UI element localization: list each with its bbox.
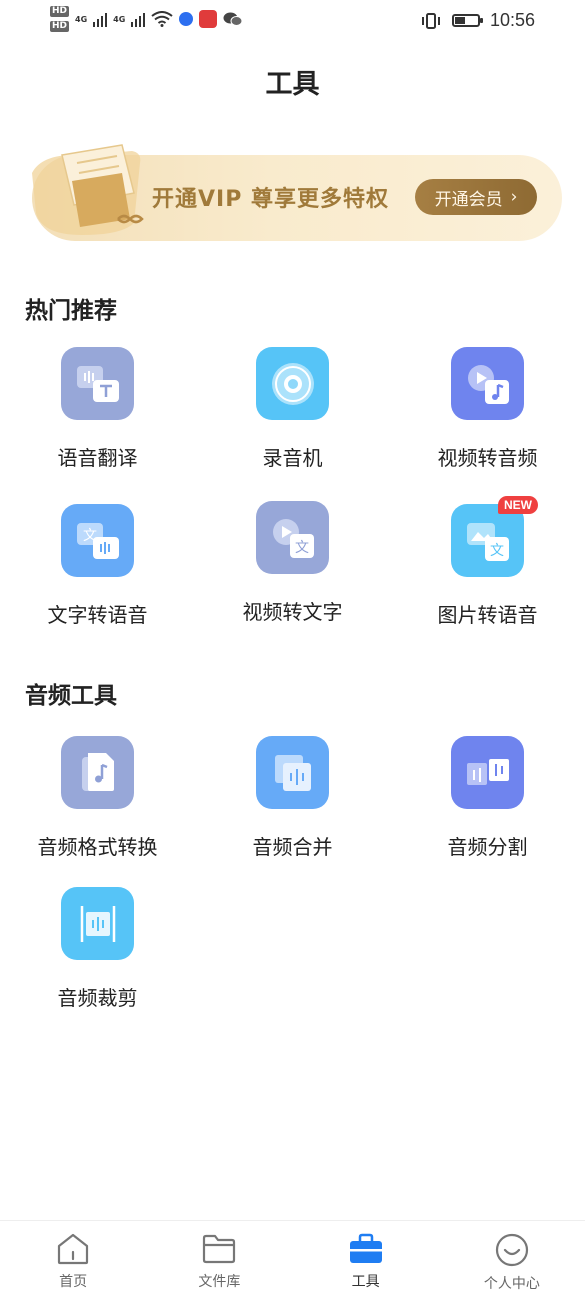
sim-indicators: HD HD — [50, 6, 70, 32]
tool-label: 语音翻译 — [57, 446, 138, 470]
tool-label: 音频格式转换 — [37, 835, 158, 859]
nav-label-home: 首页 — [59, 1274, 88, 1290]
nav-item-files[interactable]: 文件库 — [146, 1221, 292, 1301]
network2-label: 4G — [113, 14, 126, 24]
nav-label-files: 文件库 — [198, 1274, 241, 1290]
sim2-hd-badge: HD — [50, 21, 70, 32]
page-title: 工具 — [265, 69, 320, 100]
tool-audio-merge[interactable]: 音频合并 — [195, 736, 390, 860]
tool-recorder[interactable]: 录音机 — [195, 347, 390, 471]
video-to-text-icon: 文 — [256, 501, 329, 574]
tool-label: 音频合并 — [252, 835, 333, 859]
nav-item-profile[interactable]: 个人中心 — [439, 1221, 585, 1301]
open-membership-button[interactable]: 开通会员 › — [415, 179, 537, 215]
audio-trim-icon — [61, 887, 134, 960]
audio-merge-icon — [256, 736, 329, 809]
tool-label: 文字转语音 — [47, 603, 148, 627]
toolbox-icon — [349, 1233, 382, 1263]
tool-label: 音频裁剪 — [57, 986, 138, 1010]
tool-image-to-speech[interactable]: 文 NEW 图片转语音 — [390, 496, 585, 628]
recorder-icon — [256, 347, 329, 420]
tool-voice-translate[interactable]: 语音翻译 — [0, 347, 195, 471]
section-title-hot: 热门推荐 — [25, 298, 117, 324]
battery-icon — [451, 14, 483, 27]
video-to-audio-icon — [451, 347, 524, 420]
app-notification-icon — [199, 10, 218, 28]
text-to-speech-icon: 文 — [61, 504, 134, 577]
audio-split-icon — [451, 736, 524, 809]
tool-label: 音频分割 — [447, 835, 528, 859]
svg-text:文: 文 — [295, 540, 309, 556]
bottom-nav: 首页 文件库 工具 个人中心 — [0, 1220, 585, 1301]
home-icon — [58, 1233, 89, 1265]
signal2-icon — [131, 11, 146, 27]
nav-label-profile: 个人中心 — [483, 1276, 540, 1292]
wechat-icon — [223, 12, 243, 26]
voice-translate-icon — [61, 347, 134, 420]
svg-text:文: 文 — [490, 543, 504, 559]
wifi-icon — [151, 11, 173, 27]
nav-item-home[interactable]: 首页 — [0, 1221, 146, 1301]
vip-scroll-illustration-icon — [32, 144, 144, 235]
nav-item-tools[interactable]: 工具 — [293, 1221, 439, 1301]
browser-notification-icon — [179, 12, 194, 26]
new-badge: NEW — [498, 496, 538, 514]
status-right: 10:56 — [420, 10, 535, 31]
status-time: 10:56 — [489, 10, 535, 30]
profile-icon — [495, 1233, 528, 1267]
status-left: HD HD 4G 4G — [50, 6, 243, 32]
image-to-speech-icon: 文 NEW — [451, 496, 538, 577]
signal1-icon — [93, 11, 108, 27]
tool-label: 视频转音频 — [437, 446, 538, 470]
vip-promo-text: 开通VIP 尊享更多特权 — [152, 187, 389, 212]
chevron-right-icon: › — [510, 187, 518, 207]
nav-label-tools: 工具 — [351, 1274, 380, 1290]
status-bar: HD HD 4G 4G 10:56 — [0, 0, 585, 44]
audio-format-convert-icon — [61, 736, 134, 809]
tool-audio-split[interactable]: 音频分割 — [390, 736, 585, 860]
sim1-hd-badge: HD — [50, 6, 70, 17]
tool-label: 视频转文字 — [242, 600, 343, 624]
tool-video-to-audio[interactable]: 视频转音频 — [390, 347, 585, 471]
tool-text-to-speech[interactable]: 文 文字转语音 — [0, 504, 195, 628]
open-membership-label: 开通会员 — [434, 189, 503, 210]
vibrate-icon — [421, 12, 440, 29]
tool-audio-format-convert[interactable]: 音频格式转换 — [0, 736, 195, 860]
section-title-audio: 音频工具 — [25, 683, 117, 709]
folder-icon — [203, 1234, 236, 1264]
tool-audio-trim[interactable]: 音频裁剪 — [0, 887, 195, 1011]
tool-label: 图片转语音 — [437, 603, 538, 627]
tool-video-to-text[interactable]: 文 视频转文字 — [195, 501, 390, 625]
network1-label: 4G — [75, 14, 88, 24]
vip-banner[interactable]: 开通VIP 尊享更多特权 开通会员 › — [22, 143, 562, 245]
tool-label: 录音机 — [262, 446, 323, 470]
